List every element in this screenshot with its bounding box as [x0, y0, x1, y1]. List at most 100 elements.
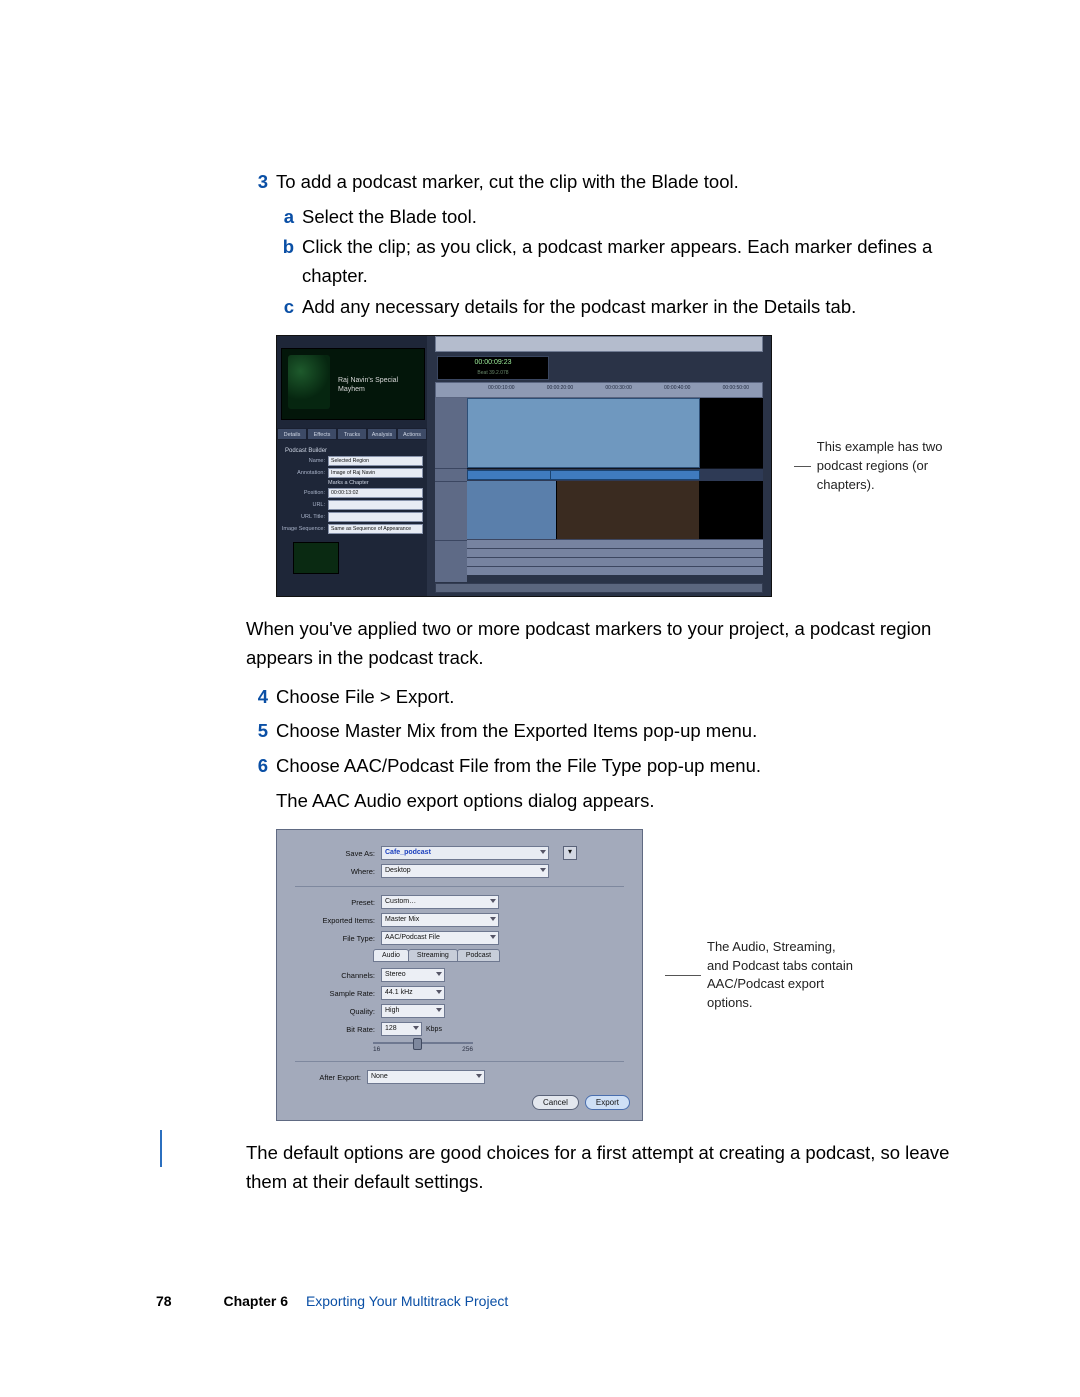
- position-field[interactable]: 00:00:13:02: [328, 488, 423, 498]
- name-field[interactable]: Selected Region: [328, 456, 423, 466]
- podcast-builder-panel: Podcast Builder Name:Selected Region Ann…: [281, 446, 423, 536]
- left-pane: Raj Navin's Special Mayhem Details Effec…: [277, 336, 427, 596]
- movie-clip-a[interactable]: [467, 481, 556, 539]
- url-field[interactable]: [328, 500, 423, 510]
- substep-letter: b: [276, 233, 294, 290]
- afterexport-select[interactable]: None: [367, 1070, 485, 1084]
- podcast-region-1[interactable]: [467, 470, 552, 480]
- video-clip[interactable]: [467, 398, 700, 468]
- time-ruler[interactable]: 00:00:10:00 00:00:20:00 00:00:30:00 00:0…: [435, 382, 763, 398]
- movie-clip-b[interactable]: [556, 481, 699, 539]
- annotation-field[interactable]: Image of Raj Navin: [328, 468, 423, 478]
- marker-thumbnail: [293, 542, 339, 574]
- urltitle-field[interactable]: [328, 512, 423, 522]
- step-number: 4: [246, 683, 268, 712]
- divider: [295, 886, 624, 887]
- filetype-select[interactable]: AAC/Podcast File: [381, 931, 499, 945]
- page-footer: 78 Chapter 6 Exporting Your Multitrack P…: [156, 1293, 508, 1309]
- bitrate-slider[interactable]: [373, 1042, 473, 1044]
- bitrate-label: Bit Rate:: [291, 1025, 375, 1034]
- podcast-region-2[interactable]: [550, 470, 700, 480]
- substep-letter: c: [276, 293, 294, 322]
- video-preview: Raj Navin's Special Mayhem: [281, 348, 425, 420]
- chapter-title: Exporting Your Multitrack Project: [306, 1293, 508, 1309]
- substep-b: b Click the clip; as you click, a podcas…: [276, 233, 960, 290]
- audio-track-3[interactable]: [467, 557, 763, 566]
- step-6: 6 Choose AAC/Podcast File from the File …: [246, 752, 960, 781]
- step-text: To add a podcast marker, cut the clip wi…: [276, 168, 960, 197]
- cancel-button[interactable]: Cancel: [532, 1095, 579, 1110]
- name-label: Name:: [281, 458, 325, 464]
- step-5: 5 Choose Master Mix from the Exported It…: [246, 717, 960, 746]
- step-text: Choose Master Mix from the Exported Item…: [276, 717, 960, 746]
- audio-track-4[interactable]: [467, 566, 763, 575]
- chapter-label: Chapter 6: [223, 1293, 288, 1309]
- figure-1-block: Raj Navin's Special Mayhem Details Effec…: [276, 335, 960, 597]
- tab-tracks[interactable]: Tracks: [337, 428, 367, 440]
- step-3: 3 To add a podcast marker, cut the clip …: [246, 168, 960, 197]
- bitrate-unit: Kbps: [426, 1026, 442, 1033]
- exported-select[interactable]: Master Mix: [381, 913, 499, 927]
- filetype-label: File Type:: [291, 934, 375, 943]
- step-number: 3: [246, 168, 268, 197]
- toolbar[interactable]: [435, 336, 763, 352]
- substep-a: a Select the Blade tool.: [276, 203, 960, 232]
- soundtrack-screenshot: Raj Navin's Special Mayhem Details Effec…: [276, 335, 772, 597]
- tab-analysis[interactable]: Analysis: [367, 428, 397, 440]
- callout-2: The Audio, Streaming, and Podcast tabs c…: [665, 938, 857, 1013]
- tab-audio[interactable]: Audio: [373, 949, 409, 962]
- tab-streaming[interactable]: Streaming: [408, 949, 458, 962]
- exported-label: Exported Items:: [291, 916, 375, 925]
- channels-select[interactable]: Stereo: [381, 968, 445, 982]
- preset-select[interactable]: Custom…: [381, 895, 499, 909]
- horizontal-scrollbar[interactable]: [435, 583, 763, 593]
- channels-label: Channels:: [291, 971, 375, 980]
- track-headers: [435, 398, 467, 582]
- expand-button[interactable]: ▾: [563, 846, 577, 860]
- divider: [295, 1061, 624, 1062]
- tab-details[interactable]: Details: [277, 428, 307, 440]
- callout-1: This example has two podcast regions (or…: [794, 438, 960, 495]
- url-label: URL:: [281, 502, 325, 508]
- audio-track-1[interactable]: [467, 539, 763, 548]
- tracks-area[interactable]: [467, 398, 763, 582]
- callout-text: This example has two podcast regions (or…: [817, 438, 960, 495]
- quality-label: Quality:: [291, 1007, 375, 1016]
- step-number: 5: [246, 717, 268, 746]
- panel-title: Podcast Builder: [285, 448, 423, 454]
- export-tabs: Audio Streaming Podcast: [373, 949, 642, 962]
- where-label: Where:: [291, 867, 375, 876]
- figure-2-block: Save As: Cafe_podcast ▾ Where: Desktop P…: [276, 829, 960, 1121]
- tab-actions[interactable]: Actions: [397, 428, 427, 440]
- tab-podcast[interactable]: Podcast: [457, 949, 500, 962]
- paragraph-after-fig2: The default options are good choices for…: [246, 1139, 960, 1196]
- urltitle-label: URL Title:: [281, 514, 325, 520]
- bitrate-slider-labels: 16 256: [373, 1046, 473, 1053]
- position-label: Position:: [281, 490, 325, 496]
- callout-leader-line: [665, 975, 701, 976]
- samplerate-select[interactable]: 44.1 kHz: [381, 986, 445, 1000]
- step-text: Choose AAC/Podcast File from the File Ty…: [276, 752, 960, 781]
- where-select[interactable]: Desktop: [381, 864, 549, 878]
- export-button[interactable]: Export: [585, 1095, 630, 1110]
- audio-track-2[interactable]: [467, 548, 763, 557]
- bitrate-field[interactable]: 128: [381, 1022, 422, 1036]
- podcast-track[interactable]: [467, 469, 763, 481]
- video-track[interactable]: [467, 398, 763, 469]
- step-4: 4 Choose File > Export.: [246, 683, 960, 712]
- step-number: 6: [246, 752, 268, 781]
- saveas-field[interactable]: Cafe_podcast: [381, 846, 549, 860]
- step-6-followup: The AAC Audio export options dialog appe…: [276, 787, 960, 816]
- afterexport-label: After Export:: [291, 1073, 361, 1082]
- paragraph-after-fig1: When you've applied two or more podcast …: [246, 615, 960, 672]
- imgseq-field[interactable]: Same as Sequence of Appearance: [328, 524, 423, 534]
- imgseq-label: Image Sequence:: [281, 526, 325, 532]
- quality-select[interactable]: High: [381, 1004, 445, 1018]
- chapter-checkbox-label[interactable]: Marks a Chapter: [328, 480, 369, 486]
- tab-effects[interactable]: Effects: [307, 428, 337, 440]
- timeline-pane: 00:00:09:23 Beat 39.2.078 00:00:10:00 00…: [427, 336, 771, 596]
- export-dialog: Save As: Cafe_podcast ▾ Where: Desktop P…: [276, 829, 643, 1121]
- inspector-tabs: Details Effects Tracks Analysis Actions: [277, 428, 427, 440]
- preset-label: Preset:: [291, 898, 375, 907]
- movie-track[interactable]: [467, 481, 763, 539]
